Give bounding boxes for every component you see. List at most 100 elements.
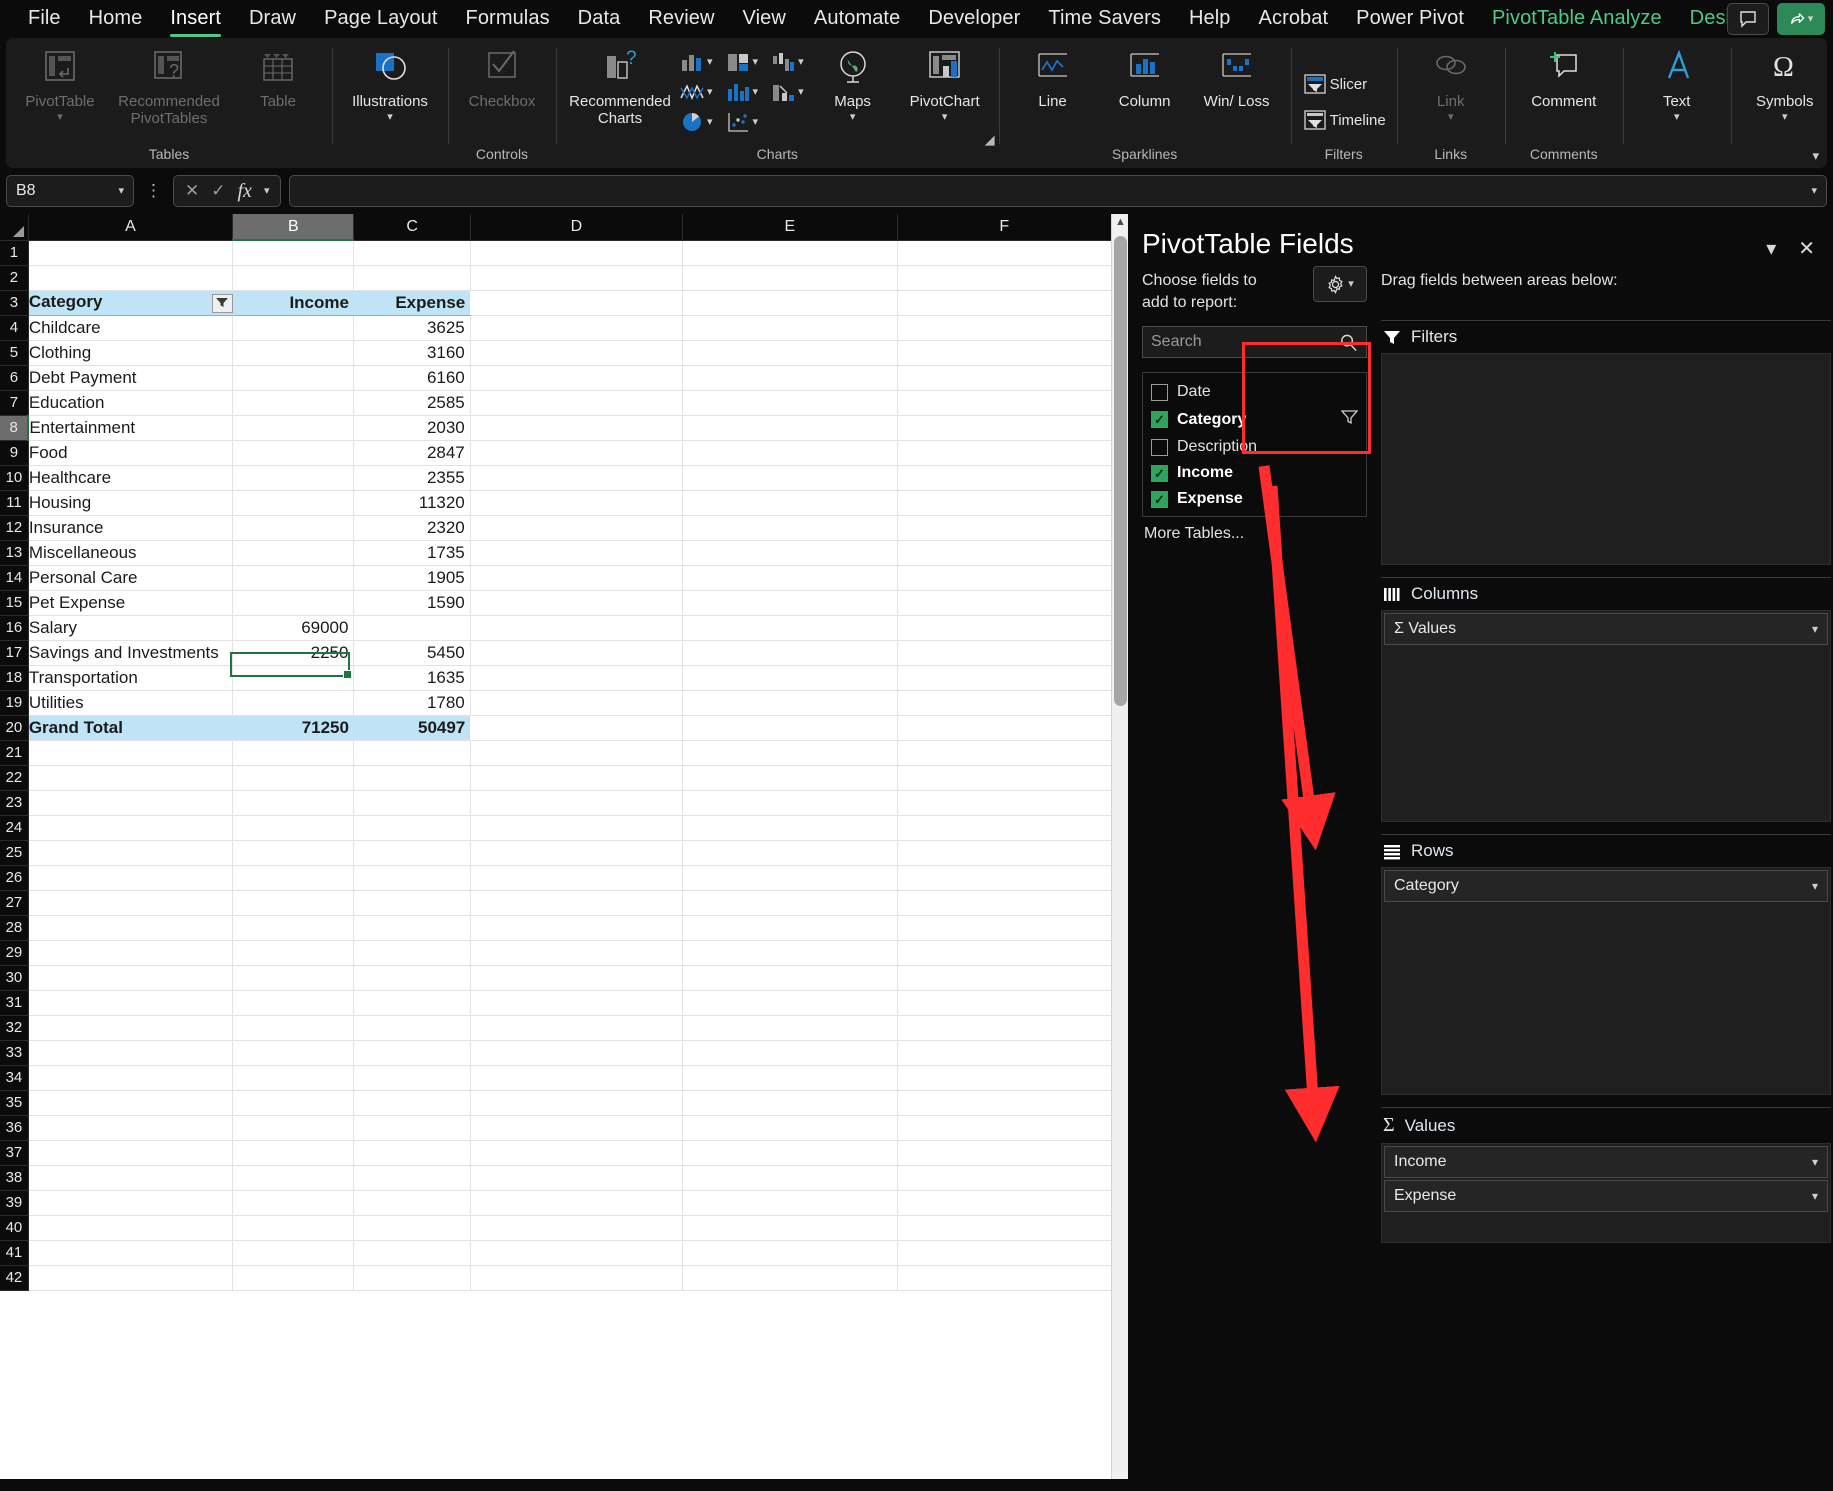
cell-F25[interactable] — [897, 840, 1113, 866]
column-header-f[interactable]: F — [897, 214, 1113, 241]
cell-D13[interactable] — [470, 540, 684, 566]
cell-F17[interactable] — [897, 640, 1113, 666]
cell-F41[interactable] — [897, 1240, 1113, 1266]
row-header-37[interactable]: 37 — [0, 1140, 29, 1166]
cell-A12[interactable]: Insurance — [28, 515, 234, 541]
cell-A33[interactable] — [28, 1040, 234, 1066]
cell-A1[interactable] — [28, 240, 234, 266]
cell-D8[interactable] — [470, 415, 684, 441]
cell-B25[interactable] — [232, 840, 355, 866]
row-header-7[interactable]: 7 — [0, 390, 29, 416]
cell-A26[interactable] — [28, 865, 234, 891]
cell-B26[interactable] — [232, 865, 355, 891]
column-header-a[interactable]: A — [28, 214, 234, 241]
cell-C34[interactable] — [353, 1065, 471, 1091]
illustrations-chevron-icon[interactable]: ▾ — [387, 112, 393, 123]
cell-D27[interactable] — [470, 890, 684, 916]
cell-F31[interactable] — [897, 990, 1113, 1016]
cell-E12[interactable] — [682, 515, 898, 541]
cell-E10[interactable] — [682, 465, 898, 491]
checkbox-expense[interactable] — [1151, 490, 1168, 508]
scatter-chart-chevron-icon[interactable]: ▾ — [753, 116, 759, 127]
cell-E13[interactable] — [682, 540, 898, 566]
cell-D9[interactable] — [470, 440, 684, 466]
column-header-b[interactable]: B — [232, 214, 355, 241]
row-header-24[interactable]: 24 — [0, 815, 29, 841]
cell-F18[interactable] — [897, 665, 1113, 691]
cell-F16[interactable] — [897, 615, 1113, 641]
cell-F34[interactable] — [897, 1065, 1113, 1091]
cell-D3[interactable] — [470, 290, 684, 316]
tab-file[interactable]: File — [14, 2, 75, 37]
cell-A41[interactable] — [28, 1240, 234, 1266]
cell-E9[interactable] — [682, 440, 898, 466]
checkbox-income[interactable] — [1151, 464, 1168, 482]
row-header-26[interactable]: 26 — [0, 865, 29, 891]
cell-C26[interactable] — [353, 865, 471, 891]
cell-F37[interactable] — [897, 1140, 1113, 1166]
cell-F21[interactable] — [897, 740, 1113, 766]
cell-B17[interactable]: 2250 — [232, 640, 355, 666]
bar-chart-chevron-icon[interactable]: ▾ — [753, 86, 759, 97]
cell-B15[interactable] — [232, 590, 355, 616]
cell-A29[interactable] — [28, 940, 234, 966]
field-filter-icon[interactable] — [1340, 409, 1359, 430]
cell-E41[interactable] — [682, 1240, 898, 1266]
cell-D16[interactable] — [470, 615, 684, 641]
checkbox-description[interactable] — [1151, 438, 1168, 456]
cell-E35[interactable] — [682, 1090, 898, 1116]
cell-F1[interactable] — [897, 240, 1113, 266]
cell-F39[interactable] — [897, 1190, 1113, 1216]
cell-F11[interactable] — [897, 490, 1113, 516]
cell-C29[interactable] — [353, 940, 471, 966]
cell-F36[interactable] — [897, 1115, 1113, 1141]
cell-C4[interactable]: 3625 — [353, 315, 471, 341]
cell-F35[interactable] — [897, 1090, 1113, 1116]
cell-A4[interactable]: Childcare — [28, 315, 234, 341]
cell-A25[interactable] — [28, 840, 234, 866]
cell-F29[interactable] — [897, 940, 1113, 966]
cell-B13[interactable] — [232, 540, 355, 566]
cell-A9[interactable]: Food — [28, 440, 234, 466]
formula-input[interactable]: ▾ — [289, 175, 1827, 207]
cell-F10[interactable] — [897, 465, 1113, 491]
cell-E32[interactable] — [682, 1015, 898, 1041]
cell-C14[interactable]: 1905 — [353, 565, 471, 591]
cell-A8[interactable]: Entertainment — [28, 415, 234, 441]
cell-C15[interactable]: 1590 — [353, 590, 471, 616]
values-chip[interactable]: Expense ▾ — [1384, 1180, 1828, 1212]
maps-button[interactable]: Maps ▾ — [807, 44, 899, 123]
scrollbar-thumb[interactable] — [1114, 236, 1127, 706]
cell-B34[interactable] — [232, 1065, 355, 1091]
pivot-panel-close-icon[interactable]: ✕ — [1798, 236, 1815, 261]
timeline-button[interactable]: Timeline — [1299, 106, 1389, 134]
cell-A34[interactable] — [28, 1065, 234, 1091]
checkbox-button[interactable]: Checkbox — [456, 44, 548, 110]
row-header-18[interactable]: 18 — [0, 665, 29, 691]
cell-E3[interactable] — [682, 290, 898, 316]
row-header-15[interactable]: 15 — [0, 590, 29, 616]
cell-F12[interactable] — [897, 515, 1113, 541]
cell-C25[interactable] — [353, 840, 471, 866]
cell-B2[interactable] — [232, 265, 355, 291]
cell-B16[interactable]: 69000 — [232, 615, 355, 641]
row-header-16[interactable]: 16 — [0, 615, 29, 641]
symbols-chevron-icon[interactable]: ▾ — [1782, 112, 1788, 123]
cell-B1[interactable] — [232, 240, 355, 266]
cell-F6[interactable] — [897, 365, 1113, 391]
column-header-e[interactable]: E — [682, 214, 898, 241]
cancel-formula-icon[interactable]: ✕ — [185, 181, 199, 201]
cell-A14[interactable]: Personal Care — [28, 565, 234, 591]
field-item-date[interactable]: Date — [1143, 379, 1366, 405]
cell-D1[interactable] — [470, 240, 684, 266]
cell-D4[interactable] — [470, 315, 684, 341]
field-settings-chevron-icon[interactable]: ▾ — [1348, 278, 1354, 289]
row-header-5[interactable]: 5 — [0, 340, 29, 366]
cell-A19[interactable]: Utilities — [28, 690, 234, 716]
tab-review[interactable]: Review — [634, 2, 728, 37]
row-header-8[interactable]: 8 — [0, 415, 30, 441]
link-button[interactable]: Link ▾ — [1405, 44, 1497, 123]
cell-D36[interactable] — [470, 1115, 684, 1141]
cell-D20[interactable] — [470, 715, 684, 741]
tab-acrobat[interactable]: Acrobat — [1245, 2, 1343, 37]
